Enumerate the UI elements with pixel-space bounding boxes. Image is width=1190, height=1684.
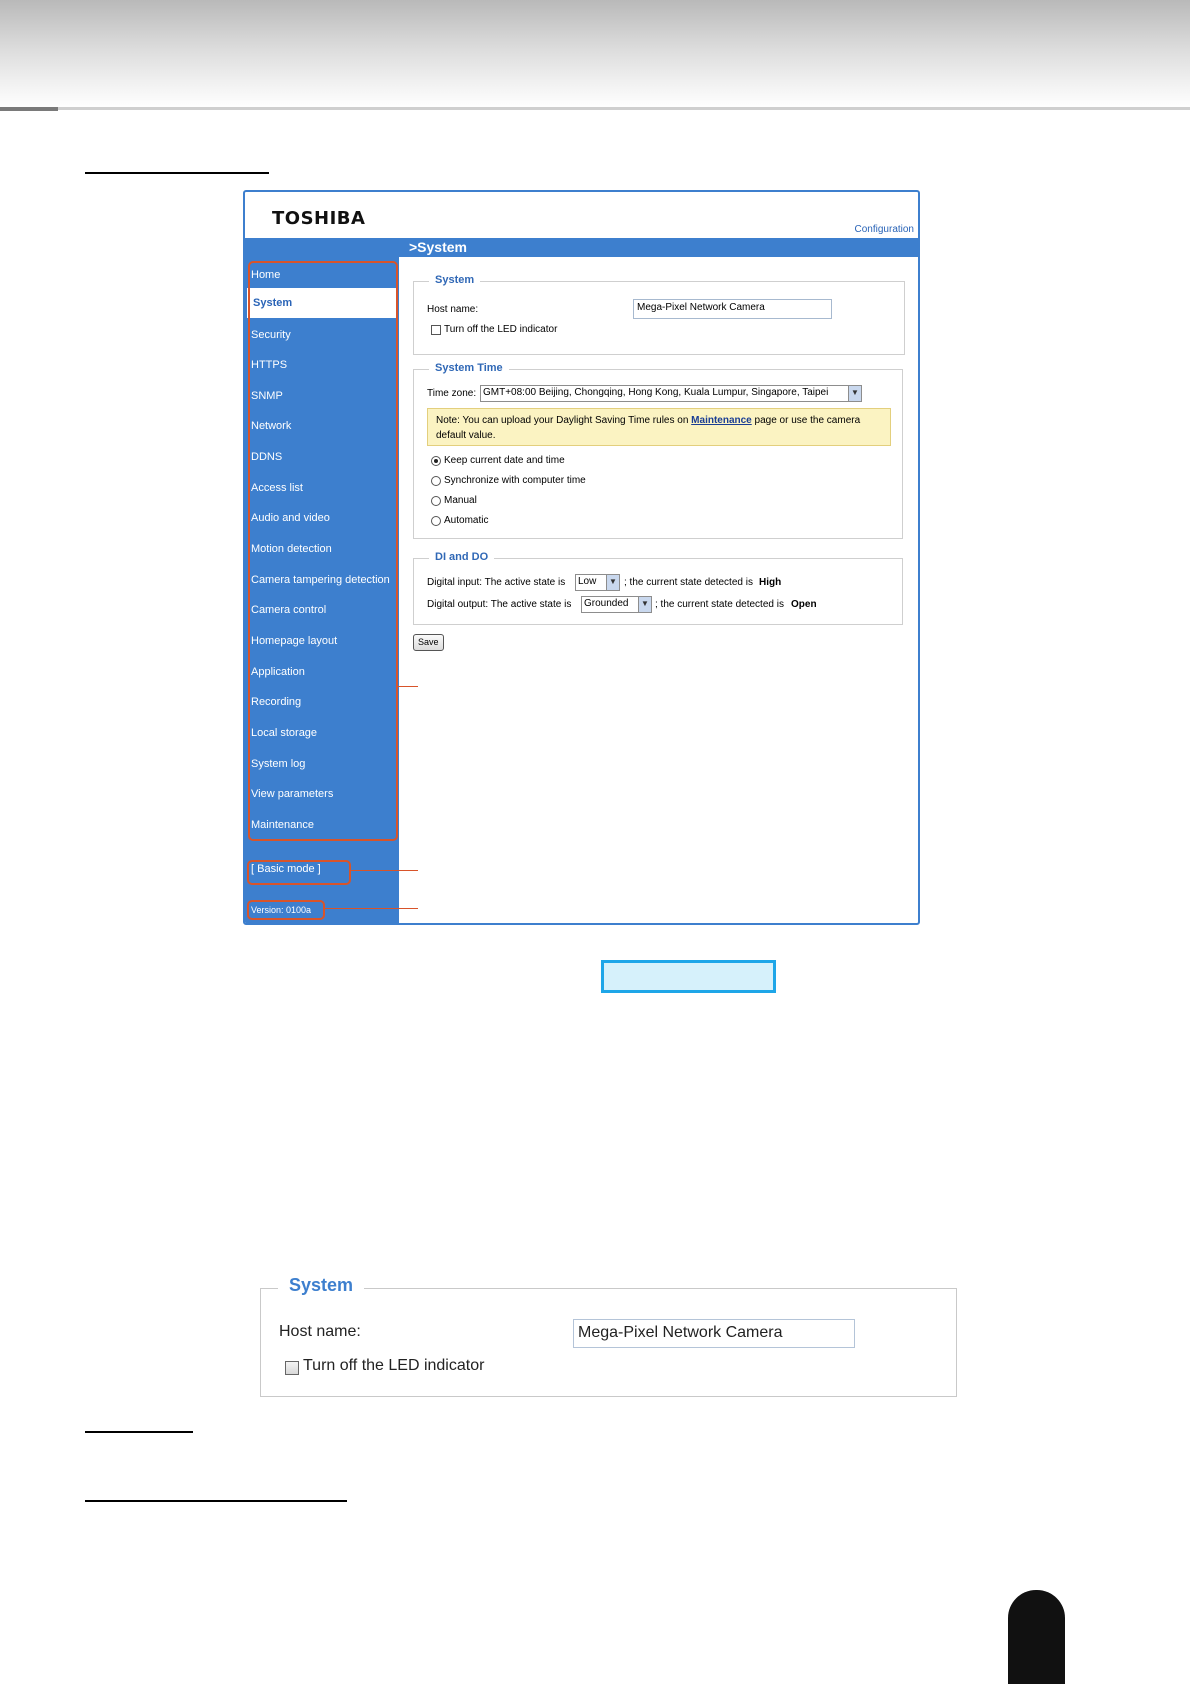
basic-mode-highlight <box>247 860 351 885</box>
digital-output-state: Open <box>791 599 817 610</box>
di-do-fieldset: DI and DO Digital input: The active stat… <box>413 551 903 625</box>
main-content: System Host name: Mega-Pixel Network Cam… <box>399 257 918 923</box>
zoom-system-legend: System <box>278 1275 365 1296</box>
nav-menu-highlight <box>248 261 398 841</box>
page-title: >System <box>409 239 467 255</box>
led-checkbox[interactable] <box>431 325 441 335</box>
digital-output-label: Digital output: The active state is <box>427 599 572 610</box>
dst-note: Note: You can upload your Daylight Savin… <box>427 408 891 446</box>
radio-automatic-label: Automatic <box>444 515 489 526</box>
digital-output-value: Grounded <box>584 598 629 609</box>
maintenance-link[interactable]: Maintenance <box>691 415 752 426</box>
radio-manual-label: Manual <box>444 495 477 506</box>
led-label: Turn off the LED indicator <box>444 324 558 335</box>
header-divider <box>0 107 1190 110</box>
system-time-legend: System Time <box>429 362 509 374</box>
host-name-label: Host name: <box>427 304 479 315</box>
digital-input-state: High <box>759 577 782 588</box>
radio-sync-computer-label: Synchronize with computer time <box>444 475 586 486</box>
note-text-line2: default value. <box>436 430 496 441</box>
system-panel-zoom: System Host name: Mega-Pixel Network Cam… <box>260 1275 957 1397</box>
digital-input-select[interactable]: Low ▼ <box>575 574 620 591</box>
config-screenshot: TOSHIBA Configuration >System Home Syste… <box>243 190 920 925</box>
page-header-band <box>0 0 1190 108</box>
section-underline <box>85 1500 347 1502</box>
page-number-tab <box>1008 1590 1065 1684</box>
chevron-down-icon: ▼ <box>848 386 861 401</box>
section-underline <box>85 172 269 174</box>
header-divider-accent <box>0 107 58 111</box>
radio-manual[interactable] <box>431 496 441 506</box>
version-highlight <box>247 900 325 920</box>
digital-output-state-text: ; the current state detected is <box>655 599 784 610</box>
system-legend: System <box>429 274 481 286</box>
time-zone-value: GMT+08:00 Beijing, Chongqing, Hong Kong,… <box>483 387 829 398</box>
digital-input-value: Low <box>578 576 597 587</box>
zoom-led-checkbox[interactable] <box>285 1361 299 1375</box>
chevron-down-icon: ▼ <box>638 597 651 612</box>
di-do-legend: DI and DO <box>429 551 495 563</box>
note-text-continued: page or use the camera <box>754 415 861 426</box>
section-underline <box>85 1431 193 1433</box>
title-bar: >System <box>245 238 918 257</box>
toshiba-logo: TOSHIBA <box>272 208 366 229</box>
configuration-link[interactable]: Configuration <box>855 224 914 235</box>
time-zone-label: Time zone: <box>427 388 477 399</box>
system-fieldset: System Host name: Mega-Pixel Network Cam… <box>413 274 905 355</box>
digital-input-state-text: ; the current state detected is <box>624 577 753 588</box>
digital-input-label: Digital input: The active state is <box>427 577 566 588</box>
note-text: Note: You can upload your Daylight Savin… <box>436 415 689 426</box>
save-button[interactable]: Save <box>413 634 444 651</box>
digital-output-select[interactable]: Grounded ▼ <box>581 596 652 613</box>
time-zone-select[interactable]: GMT+08:00 Beijing, Chongqing, Hong Kong,… <box>480 385 862 402</box>
radio-keep-current[interactable] <box>431 456 441 466</box>
radio-keep-current-label: Keep current date and time <box>444 455 565 466</box>
host-name-input[interactable]: Mega-Pixel Network Camera <box>633 299 832 319</box>
zoom-led-label: Turn off the LED indicator <box>303 1357 485 1374</box>
radio-sync-computer[interactable] <box>431 476 441 486</box>
chevron-down-icon: ▼ <box>606 575 619 590</box>
system-time-fieldset: System Time Time zone: GMT+08:00 Beijing… <box>413 362 903 539</box>
zoom-host-name-label: Host name: <box>279 1323 361 1340</box>
zoom-host-name-input[interactable]: Mega-Pixel Network Camera <box>573 1319 855 1348</box>
highlight-box <box>601 960 776 993</box>
radio-automatic[interactable] <box>431 516 441 526</box>
